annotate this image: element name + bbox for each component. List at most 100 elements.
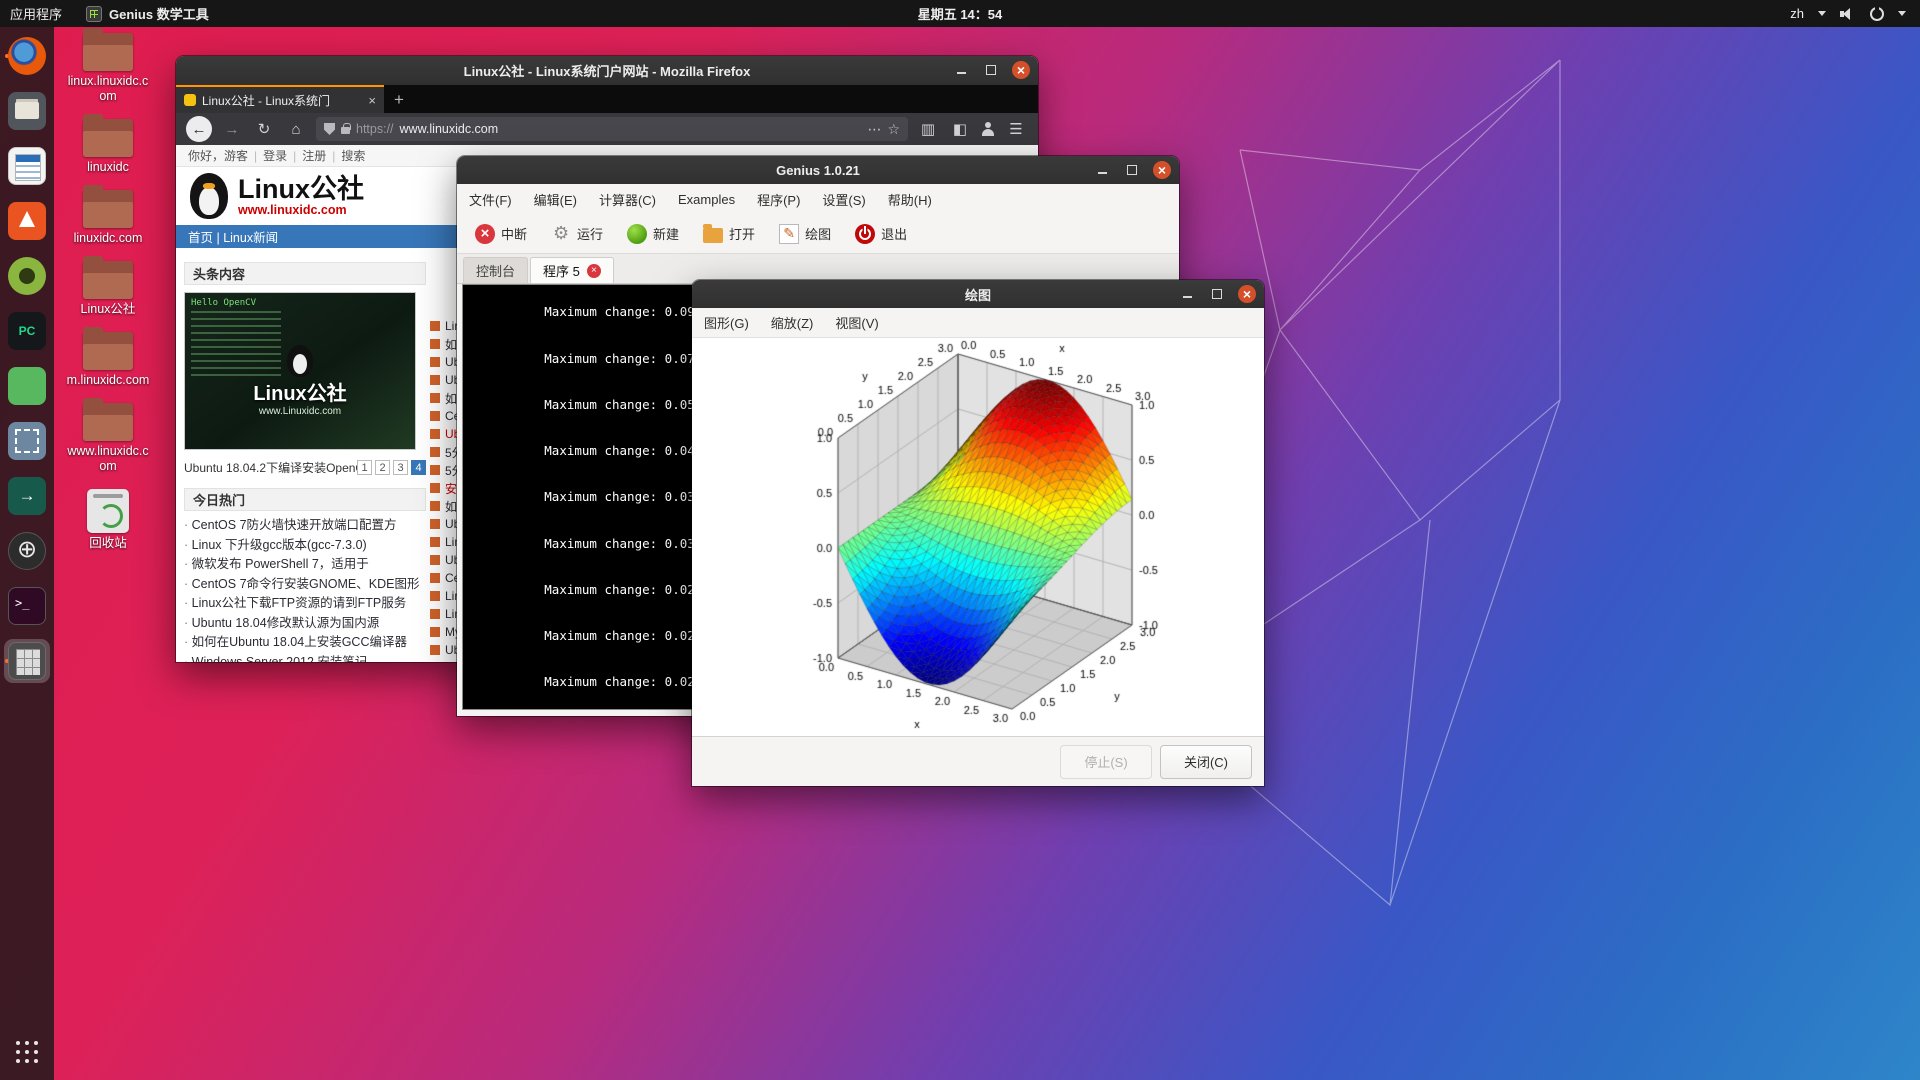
hot-item-2[interactable]: 微软发布 PowerShell 7，适用于 (184, 555, 426, 575)
plot-menu-2[interactable]: 视图(V) (835, 313, 878, 332)
genius-menu-4[interactable]: 程序(P) (757, 190, 800, 209)
register-link[interactable]: 注册 (302, 147, 326, 164)
dock-item-calculator[interactable] (4, 639, 50, 683)
pager-page-1[interactable]: 1 (357, 460, 372, 475)
genius-menu-1[interactable]: 编辑(E) (534, 190, 577, 209)
plot-button-stop[interactable]: 停止(S) (1060, 745, 1152, 779)
url-bar[interactable]: https:// www.linuxidc.com (316, 117, 908, 141)
clock[interactable]: 星期五 14：54 (0, 4, 1920, 23)
bookmark-star-icon[interactable] (887, 121, 900, 138)
dock-item-remmina[interactable] (4, 254, 50, 298)
genius-titlebar[interactable]: Genius 1.0.21 (457, 156, 1179, 184)
hot-item-6[interactable]: 如何在Ubuntu 18.04上安装GCC编译器 (184, 633, 426, 653)
desktop-icon-folder-linux-gongshe[interactable]: Linux公社 (62, 261, 154, 317)
home-button[interactable] (284, 121, 308, 138)
desktop-icon-folder-www-linuxidc-com[interactable]: www.linuxidc.com (62, 403, 154, 474)
url-scheme: https:// (356, 122, 394, 136)
plot-titlebar[interactable]: 绘图 (692, 280, 1264, 308)
plot-menu-0[interactable]: 图形(G) (704, 313, 749, 332)
back-button[interactable] (186, 116, 212, 142)
genius-menu-3[interactable]: Examples (678, 192, 735, 207)
pager-page-2[interactable]: 2 (375, 460, 390, 475)
tab-close-icon[interactable] (587, 264, 601, 278)
minimize-button[interactable] (1178, 285, 1196, 303)
hot-item-5[interactable]: Ubuntu 18.04修改默认源为国内源 (184, 614, 426, 634)
dock-item-pycharm[interactable] (4, 309, 50, 353)
article-caption[interactable]: Ubuntu 18.04.2下编译安装OpenCV... (184, 459, 357, 476)
genius-tool-plot[interactable]: 绘图 (769, 220, 841, 248)
hot-item-0[interactable]: CentOS 7防火墙快速开放端口配置方 (184, 516, 426, 536)
dock-item-screenshot[interactable] (4, 419, 50, 463)
page-actions-icon[interactable] (867, 121, 881, 138)
hot-item-1[interactable]: Linux 下升级gcc版本(gcc-7.3.0) (184, 536, 426, 556)
plot-menu-1[interactable]: 缩放(Z) (771, 313, 814, 332)
input-method-indicator[interactable]: zh (1790, 6, 1804, 21)
tab-linuxidc[interactable]: Linux公社 - Linux系统门 (176, 85, 384, 113)
genius-menu-0[interactable]: 文件(F) (469, 190, 512, 209)
account-icon[interactable] (980, 121, 996, 137)
surface-plot-canvas[interactable] (693, 338, 1263, 736)
dock-item-terminal[interactable] (4, 584, 50, 628)
pager-page-4[interactable]: 4 (411, 460, 426, 475)
activities-button[interactable]: 应用程序 (10, 4, 62, 23)
show-applications-button[interactable] (7, 1032, 47, 1072)
dock-item-web[interactable] (4, 529, 50, 573)
forward-button[interactable] (220, 121, 244, 138)
desktop-icon-trash[interactable]: 回收站 (62, 489, 154, 551)
list-bullet-icon (430, 555, 440, 565)
genius-menubar: 文件(F) 编辑(E) 计算器(C) Examples 程序(P) 设置(S) … (457, 184, 1179, 214)
dock-item-xpad[interactable] (4, 364, 50, 408)
desktop-icon-folder-linuxidc[interactable]: linuxidc (62, 119, 154, 175)
dock-item-writer[interactable] (4, 144, 50, 188)
maximize-button[interactable] (982, 61, 1000, 79)
dock-item-software[interactable] (4, 199, 50, 243)
genius-menu-2[interactable]: 计算器(C) (599, 190, 656, 209)
genius-tool-open[interactable]: 打开 (693, 220, 765, 247)
genius-menu-6[interactable]: 帮助(H) (888, 190, 932, 209)
plot-button-close[interactable]: 关闭(C) (1160, 745, 1252, 779)
genius-tool-exit[interactable]: 退出 (845, 220, 917, 248)
lock-icon[interactable] (341, 127, 350, 134)
dock-item-firefox[interactable] (4, 34, 50, 78)
power-icon[interactable] (1870, 7, 1884, 21)
tracking-shield-icon[interactable] (324, 123, 335, 135)
search-link[interactable]: 搜索 (341, 147, 365, 164)
tab-close-icon[interactable] (368, 93, 376, 108)
hamburger-menu-icon[interactable] (1004, 120, 1028, 138)
close-button[interactable] (1238, 285, 1256, 303)
desktop-icon-folder-linux-linuxidc-com[interactable]: linux.linuxidc.com (62, 33, 154, 104)
hot-item-4[interactable]: Linux公社下载FTP资源的请到FTP服务 (184, 594, 426, 614)
desktop-icon-label: Linux公社 (81, 302, 136, 317)
genius-menu-5[interactable]: 设置(S) (822, 190, 865, 209)
desktop-icon-folder-linuxidc-com[interactable]: linuxidc.com (62, 190, 154, 246)
genius-tool-run[interactable]: 运行 (541, 220, 613, 248)
minimize-button[interactable] (952, 61, 970, 79)
dock-item-deploy[interactable] (4, 474, 50, 518)
close-button[interactable] (1153, 161, 1171, 179)
firefox-titlebar[interactable]: Linux公社 - Linux系统门户网站 - Mozilla Firefox (176, 56, 1038, 85)
hot-item-3[interactable]: CentOS 7命令行安装GNOME、KDE图形 (184, 575, 426, 595)
reload-button[interactable] (252, 120, 276, 138)
headline-section-title: 头条内容 (184, 262, 426, 285)
genius-tab-program-5[interactable]: 程序 5 (530, 257, 614, 283)
desktop-icon-folder-m-linuxidc-com[interactable]: m.linuxidc.com (62, 332, 154, 388)
system-menu-chevron-icon[interactable] (1898, 11, 1906, 16)
close-button[interactable] (1012, 61, 1030, 79)
new-tab-button[interactable]: + (384, 87, 414, 113)
article-thumbnail[interactable]: Hello OpenCV Linux公社 www.Linuxidc.com (184, 292, 416, 450)
focused-app-menu[interactable]: Genius 数学工具 (86, 4, 209, 23)
login-link[interactable]: 登录 (263, 147, 287, 164)
maximize-button[interactable] (1123, 161, 1141, 179)
genius-tool-interrupt[interactable]: 中断 (465, 220, 537, 248)
hot-item-7[interactable]: Windows Server 2012 安装笔记 (184, 653, 426, 663)
minimize-button[interactable] (1093, 161, 1111, 179)
pager-page-3[interactable]: 3 (393, 460, 408, 475)
genius-tab-console[interactable]: 控制台 (463, 257, 528, 283)
volume-icon[interactable] (1840, 7, 1856, 21)
genius-tool-new[interactable]: 新建 (617, 220, 689, 248)
sidebar-icon[interactable] (948, 120, 972, 138)
library-icon[interactable] (916, 120, 940, 138)
dock-item-files[interactable] (4, 89, 50, 133)
maximize-button[interactable] (1208, 285, 1226, 303)
plot-window-title: 绘图 (965, 285, 991, 304)
